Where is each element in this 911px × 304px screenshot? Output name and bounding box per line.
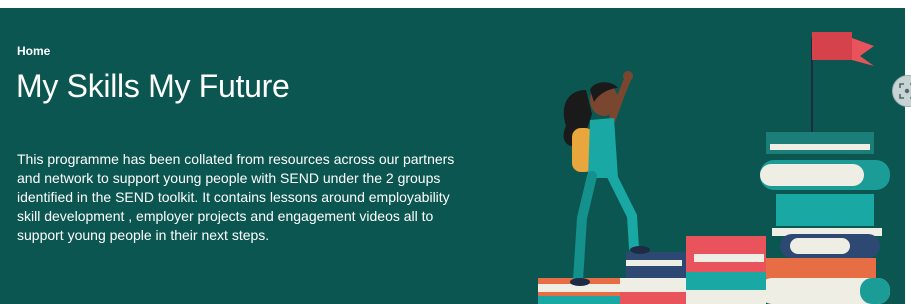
scan-icon [899, 83, 911, 99]
hero-banner: Home My Skills My Future This programme … [0, 8, 905, 304]
books-climbing-illustration [538, 32, 890, 304]
book-stack-right [760, 132, 890, 304]
climbing-person-figure [563, 71, 650, 286]
flag-icon [811, 32, 874, 136]
